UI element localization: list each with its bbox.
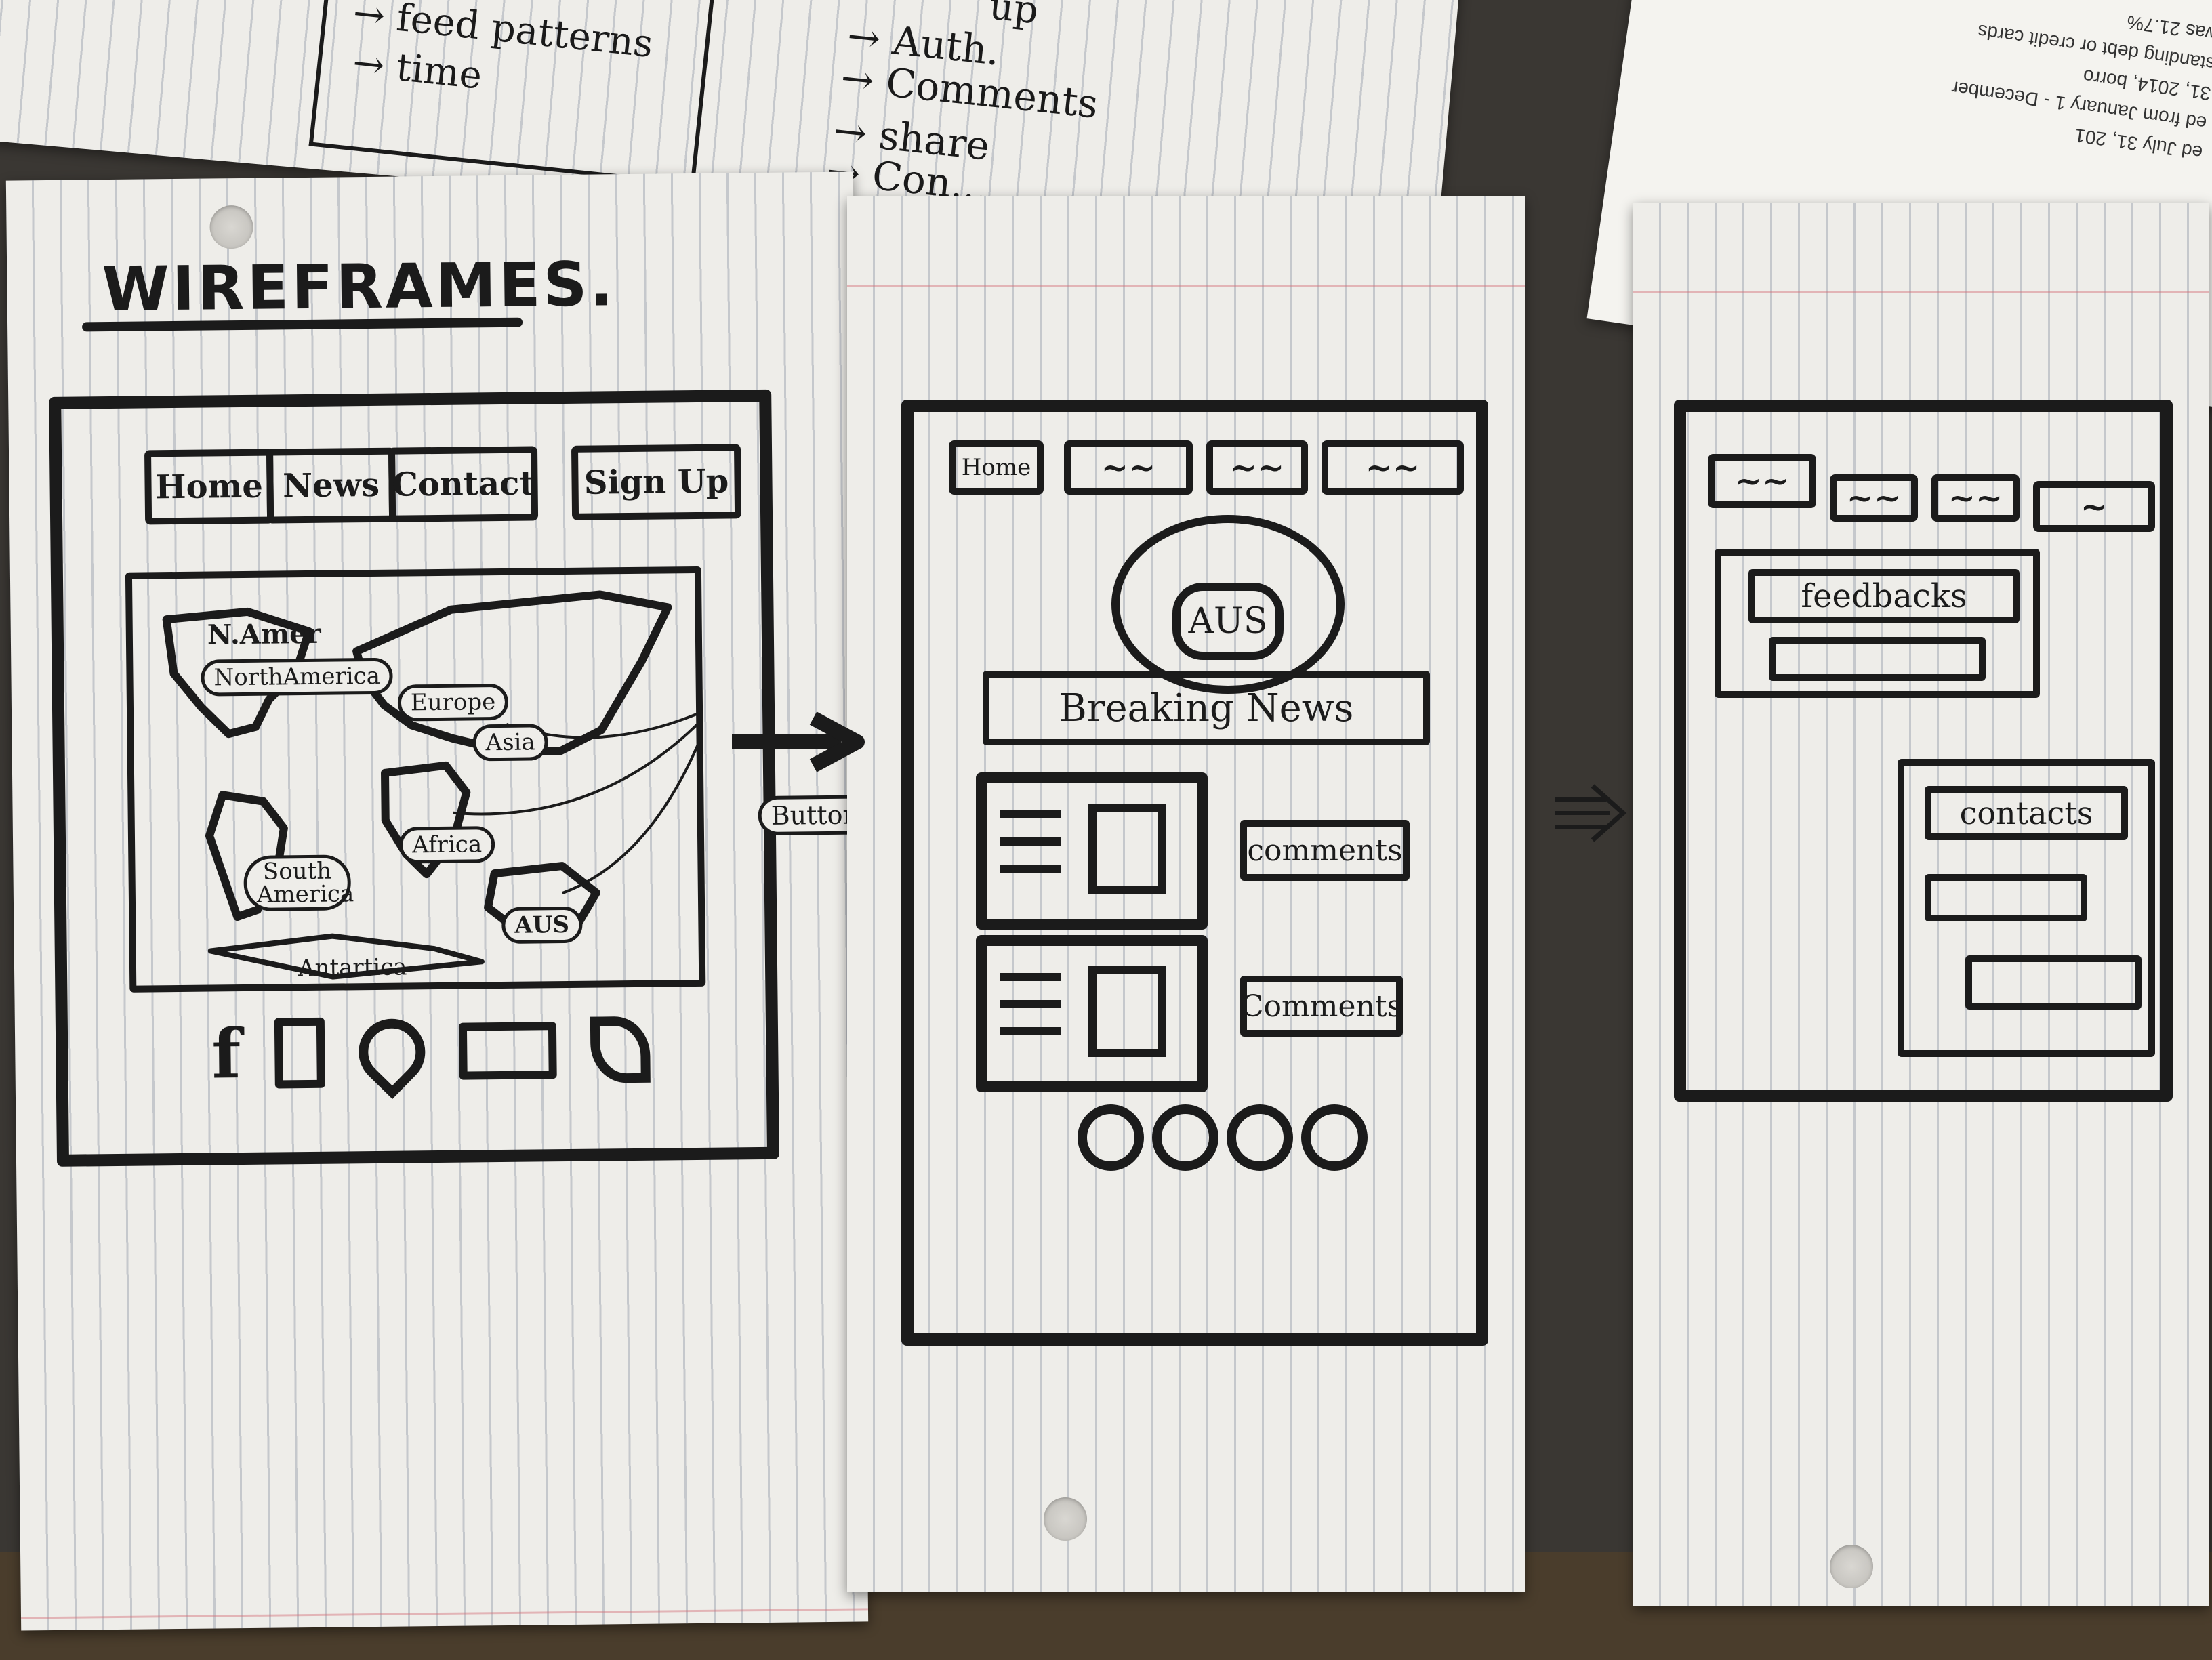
news-card-1-image xyxy=(1088,804,1166,894)
nav2-home-label: Home xyxy=(961,454,1031,481)
footer-icons xyxy=(1078,1104,1368,1171)
nav-news-label: News xyxy=(282,465,380,505)
nav-signup[interactable]: Sign Up xyxy=(571,444,742,520)
nav2-item-2-label: ~~ xyxy=(1101,449,1156,486)
feedback-title-box: feedbacks xyxy=(1748,569,2020,623)
sheet-1-hole xyxy=(209,205,253,249)
label-north-america: NorthAmerica xyxy=(201,657,394,697)
label-antarctica: Antartica xyxy=(298,953,407,982)
nav-home[interactable]: Home xyxy=(144,449,274,525)
nav-contact-label: Contact xyxy=(392,464,535,504)
nav2-item-3[interactable]: ~~ xyxy=(1206,440,1308,495)
breaking-news-bar[interactable]: Breaking News xyxy=(983,671,1430,745)
comments-label-2: Comments xyxy=(1240,989,1403,1024)
circle-icon-1[interactable] xyxy=(1078,1104,1144,1171)
label-europe: Europe xyxy=(397,683,509,722)
wireframes-title: WIREFRAMES. xyxy=(101,249,617,326)
circle-icon-4[interactable] xyxy=(1301,1104,1368,1171)
nav3-item-1-label: ~~ xyxy=(1734,462,1790,500)
nav3-item-2-label: ~~ xyxy=(1846,479,1902,517)
circle-icon-2[interactable] xyxy=(1152,1104,1218,1171)
sheet-2-hole xyxy=(1044,1497,1087,1541)
label-south-america: South America xyxy=(243,854,354,911)
hero-label: AUS xyxy=(1188,601,1268,642)
sheet-3-margin-top xyxy=(1633,291,2209,293)
video-icon[interactable] xyxy=(458,1022,557,1080)
comments-button-1[interactable]: comments xyxy=(1240,820,1410,881)
nav-news[interactable]: News xyxy=(266,447,396,524)
nav-contact[interactable]: Contact xyxy=(388,446,539,522)
nav3-item-4-label: ~ xyxy=(2080,487,2108,526)
sheet-1: WIREFRAMES. Home News Contact Sign Up N.… xyxy=(5,171,873,1631)
news-card-1[interactable] xyxy=(976,772,1208,930)
arrow-2-3 xyxy=(1555,784,1627,842)
nav2-home[interactable]: Home xyxy=(949,440,1044,495)
facebook-icon[interactable]: f xyxy=(211,1014,241,1094)
nav3-item-4[interactable]: ~ xyxy=(2033,481,2155,532)
contacts-title-box: contacts xyxy=(1925,786,2128,840)
nav3-item-1[interactable]: ~~ xyxy=(1708,454,1816,508)
nav2-item-4[interactable]: ~~ xyxy=(1322,440,1464,495)
circle-icon-3[interactable] xyxy=(1227,1104,1293,1171)
hero-inner: AUS xyxy=(1172,583,1284,660)
comments-label-1: comments xyxy=(1247,833,1403,868)
sheet-3: ~~ ~~ ~~ ~ feedbacks contacts xyxy=(1633,203,2209,1606)
contacts-title: contacts xyxy=(1959,795,2093,831)
pin-icon[interactable] xyxy=(345,1005,439,1100)
news-card-2[interactable] xyxy=(976,935,1208,1092)
leaf-icon[interactable] xyxy=(590,1016,651,1083)
feedback-input[interactable] xyxy=(1769,637,1986,681)
feedback-title: feedbacks xyxy=(1801,577,1967,615)
sheet-2-margin-top xyxy=(847,285,1525,287)
nav3-item-3-label: ~~ xyxy=(1948,479,2003,517)
nav3-item-3[interactable]: ~~ xyxy=(1931,474,2020,522)
breaking-news-label: Breaking News xyxy=(1059,686,1354,730)
label-aus: AUS xyxy=(501,906,583,945)
calendar-icon[interactable] xyxy=(274,1017,325,1089)
nav2-item-4-label: ~~ xyxy=(1365,449,1420,486)
sheet-3-hole xyxy=(1830,1545,1873,1588)
nav-signup-label: Sign Up xyxy=(583,462,729,502)
label-na-heading: N.Amer xyxy=(207,617,321,651)
label-africa: Africa xyxy=(398,826,495,864)
comments-button-2[interactable]: Comments xyxy=(1240,976,1403,1037)
social-row: f xyxy=(211,1005,651,1100)
nav2-item-2[interactable]: ~~ xyxy=(1064,440,1193,495)
arrow-1-2 xyxy=(732,711,865,772)
contacts-input[interactable] xyxy=(1925,874,2087,921)
nav3-item-2[interactable]: ~~ xyxy=(1830,474,1918,522)
news-card-2-lines xyxy=(1000,973,1061,1041)
label-asia: Asia xyxy=(472,724,548,762)
sheet-1-margin xyxy=(21,1608,868,1619)
nav2-item-3-label: ~~ xyxy=(1229,449,1285,486)
news-card-1-lines xyxy=(1000,810,1061,878)
contacts-submit[interactable] xyxy=(1965,955,2142,1010)
sheet-2: Home ~~ ~~ ~~ AUS Breaking News comments… xyxy=(847,196,1525,1592)
news-card-2-image xyxy=(1088,966,1166,1057)
nav-home-label: Home xyxy=(155,467,264,507)
